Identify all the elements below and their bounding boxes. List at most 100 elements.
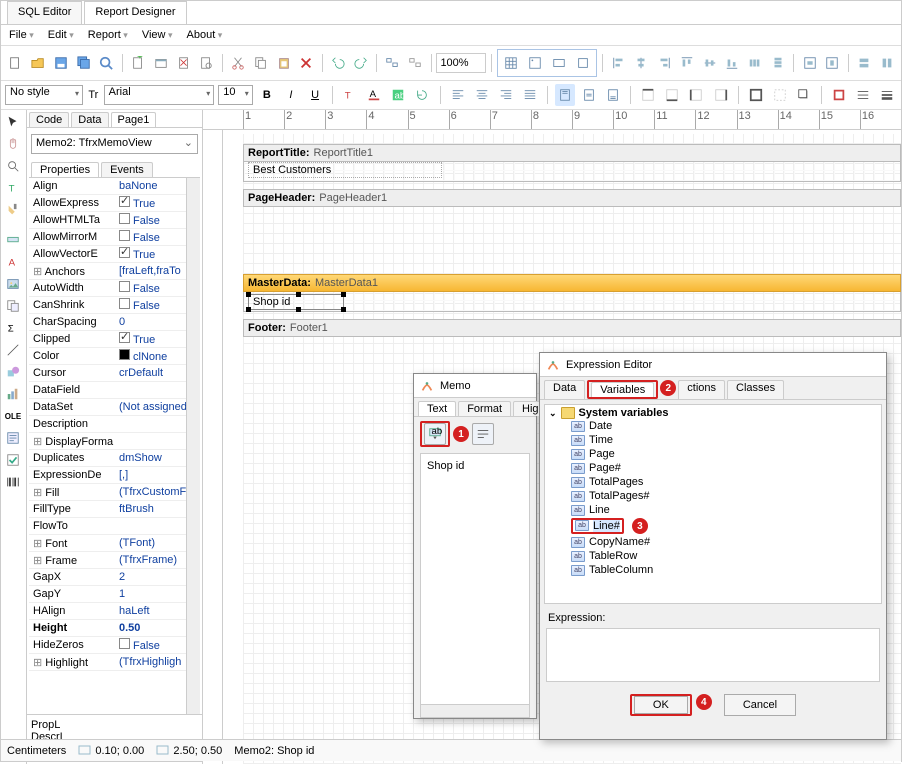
paste-button[interactable] xyxy=(273,52,294,74)
preview-button[interactable] xyxy=(96,52,117,74)
frame-all-button[interactable] xyxy=(746,84,766,106)
delete-page-button[interactable] xyxy=(173,52,194,74)
grid-fit-button[interactable] xyxy=(548,52,570,74)
center-v-button[interactable] xyxy=(822,52,843,74)
tab-events[interactable]: Events xyxy=(101,162,153,177)
sum-tool[interactable]: Σ xyxy=(3,318,23,338)
richtext-tool[interactable] xyxy=(3,428,23,448)
prop-row[interactable]: FlowTo xyxy=(29,518,200,535)
frame-left-button[interactable] xyxy=(686,84,706,106)
expr-tab-classes[interactable]: Classes xyxy=(727,380,784,399)
valign-mid-button[interactable] xyxy=(579,84,599,106)
subreport-tool[interactable] xyxy=(3,296,23,316)
frame-shadow-button[interactable] xyxy=(794,84,814,106)
page-settings-button[interactable] xyxy=(196,52,217,74)
grid-show-button[interactable] xyxy=(500,52,522,74)
memo-tab-format[interactable]: Format xyxy=(458,401,511,416)
font-size-combo[interactable]: 10 xyxy=(218,85,253,105)
band-tool[interactable] xyxy=(3,230,23,250)
prop-row[interactable]: AllowHTMLTaFalse xyxy=(29,212,200,229)
properties-grid[interactable]: AlignbaNoneAllowExpressTrueAllowHTMLTaFa… xyxy=(29,177,200,714)
frame-right-button[interactable] xyxy=(711,84,731,106)
align-center-h-button[interactable] xyxy=(631,52,652,74)
prop-row[interactable]: AllowExpressTrue xyxy=(29,195,200,212)
menu-view[interactable]: View xyxy=(142,29,173,41)
text-left-button[interactable] xyxy=(447,84,467,106)
properties-scrollbar[interactable] xyxy=(186,178,200,714)
prop-row[interactable]: ExpressionDe[,] xyxy=(29,467,200,484)
memo-insert-expression-button[interactable]: abc xyxy=(424,423,446,445)
valign-top-button[interactable] xyxy=(555,84,575,106)
expr-tab-functions[interactable]: ctions xyxy=(678,380,725,399)
prop-row[interactable]: Font(TFont) xyxy=(29,535,200,552)
frame-bottom-button[interactable] xyxy=(662,84,682,106)
prop-row[interactable]: GapY1 xyxy=(29,586,200,603)
cut-button[interactable] xyxy=(228,52,249,74)
barcode-tool[interactable] xyxy=(3,472,23,492)
bold-button[interactable]: B xyxy=(257,84,277,106)
tree-item[interactable]: abPage# xyxy=(549,461,877,475)
distribute-h-button[interactable] xyxy=(745,52,766,74)
prop-row[interactable]: HAlignhaLeft xyxy=(29,603,200,620)
font-color-button[interactable]: A xyxy=(364,84,384,106)
frame-none-button[interactable] xyxy=(770,84,790,106)
frame-color-button[interactable] xyxy=(829,84,849,106)
pointer-tool[interactable] xyxy=(3,112,23,132)
tree-item[interactable]: abCopyName# xyxy=(549,535,877,549)
zoom-tool[interactable] xyxy=(3,156,23,176)
text-justify-button[interactable] xyxy=(520,84,540,106)
zoom-combo[interactable] xyxy=(436,53,486,73)
rotation-button[interactable] xyxy=(412,84,432,106)
checkbox-tool[interactable] xyxy=(3,450,23,470)
tab-code[interactable]: Code xyxy=(29,112,69,127)
menu-report[interactable]: Report xyxy=(88,29,128,41)
align-top-button[interactable] xyxy=(677,52,698,74)
new-page-button[interactable]: + xyxy=(128,52,149,74)
prop-row[interactable]: HideZerosFalse xyxy=(29,637,200,654)
style-combo[interactable]: No style xyxy=(5,85,83,105)
cancel-button[interactable]: Cancel xyxy=(724,694,796,716)
prop-row[interactable]: AlignbaNone xyxy=(29,178,200,195)
tree-item[interactable]: abTableColumn xyxy=(549,563,877,577)
tree-item[interactable]: abTableRow xyxy=(549,549,877,563)
object-combo[interactable]: Memo2: TfrxMemoView xyxy=(31,134,198,154)
tab-properties[interactable]: Properties xyxy=(31,162,99,177)
tree-item[interactable]: abTotalPages# xyxy=(549,489,877,503)
same-height-button[interactable] xyxy=(876,52,897,74)
expr-tab-data[interactable]: Data xyxy=(544,380,585,399)
align-left-button[interactable] xyxy=(608,52,629,74)
prop-row[interactable]: Highlight(TfrxHighligh xyxy=(29,654,200,671)
prop-row[interactable]: Height0.50 xyxy=(29,620,200,637)
prop-row[interactable]: AutoWidthFalse xyxy=(29,280,200,297)
new-button[interactable] xyxy=(5,52,26,74)
expr-tab-variables[interactable]: Variables xyxy=(591,382,654,397)
prop-row[interactable]: CanShrinkFalse xyxy=(29,297,200,314)
tab-page1[interactable]: Page1 xyxy=(111,112,157,127)
undo-button[interactable] xyxy=(328,52,349,74)
tree-item[interactable]: abTime xyxy=(549,433,877,447)
valign-bottom-button[interactable] xyxy=(603,84,623,106)
frame-width-button[interactable] xyxy=(877,84,897,106)
prop-row[interactable]: ColorclNone xyxy=(29,348,200,365)
menu-file[interactable]: File xyxy=(9,29,34,41)
tree-item[interactable]: abTotalPages xyxy=(549,475,877,489)
memo-wordwrap-button[interactable] xyxy=(472,423,494,445)
ungroup-button[interactable] xyxy=(405,52,426,74)
prop-row[interactable]: DisplayForma xyxy=(29,433,200,450)
tree-item[interactable]: abDate xyxy=(549,419,877,433)
picture-tool[interactable] xyxy=(3,274,23,294)
prop-row[interactable]: AllowVectorETrue xyxy=(29,246,200,263)
copy-button[interactable] xyxy=(250,52,271,74)
frame-style-button[interactable] xyxy=(853,84,873,106)
expression-text[interactable] xyxy=(546,628,880,682)
tab-report-designer[interactable]: Report Designer xyxy=(84,1,186,24)
shape-tool[interactable] xyxy=(3,362,23,382)
tree-item[interactable]: abLine xyxy=(549,503,877,517)
prop-row[interactable]: Fill(TfrxCustomF xyxy=(29,484,200,501)
tree-item[interactable]: abLine#3 xyxy=(549,517,877,535)
center-h-button[interactable] xyxy=(799,52,820,74)
save-all-button[interactable] xyxy=(73,52,94,74)
delete-button[interactable] xyxy=(296,52,317,74)
italic-button[interactable]: I xyxy=(281,84,301,106)
text-tool[interactable]: T xyxy=(3,178,23,198)
